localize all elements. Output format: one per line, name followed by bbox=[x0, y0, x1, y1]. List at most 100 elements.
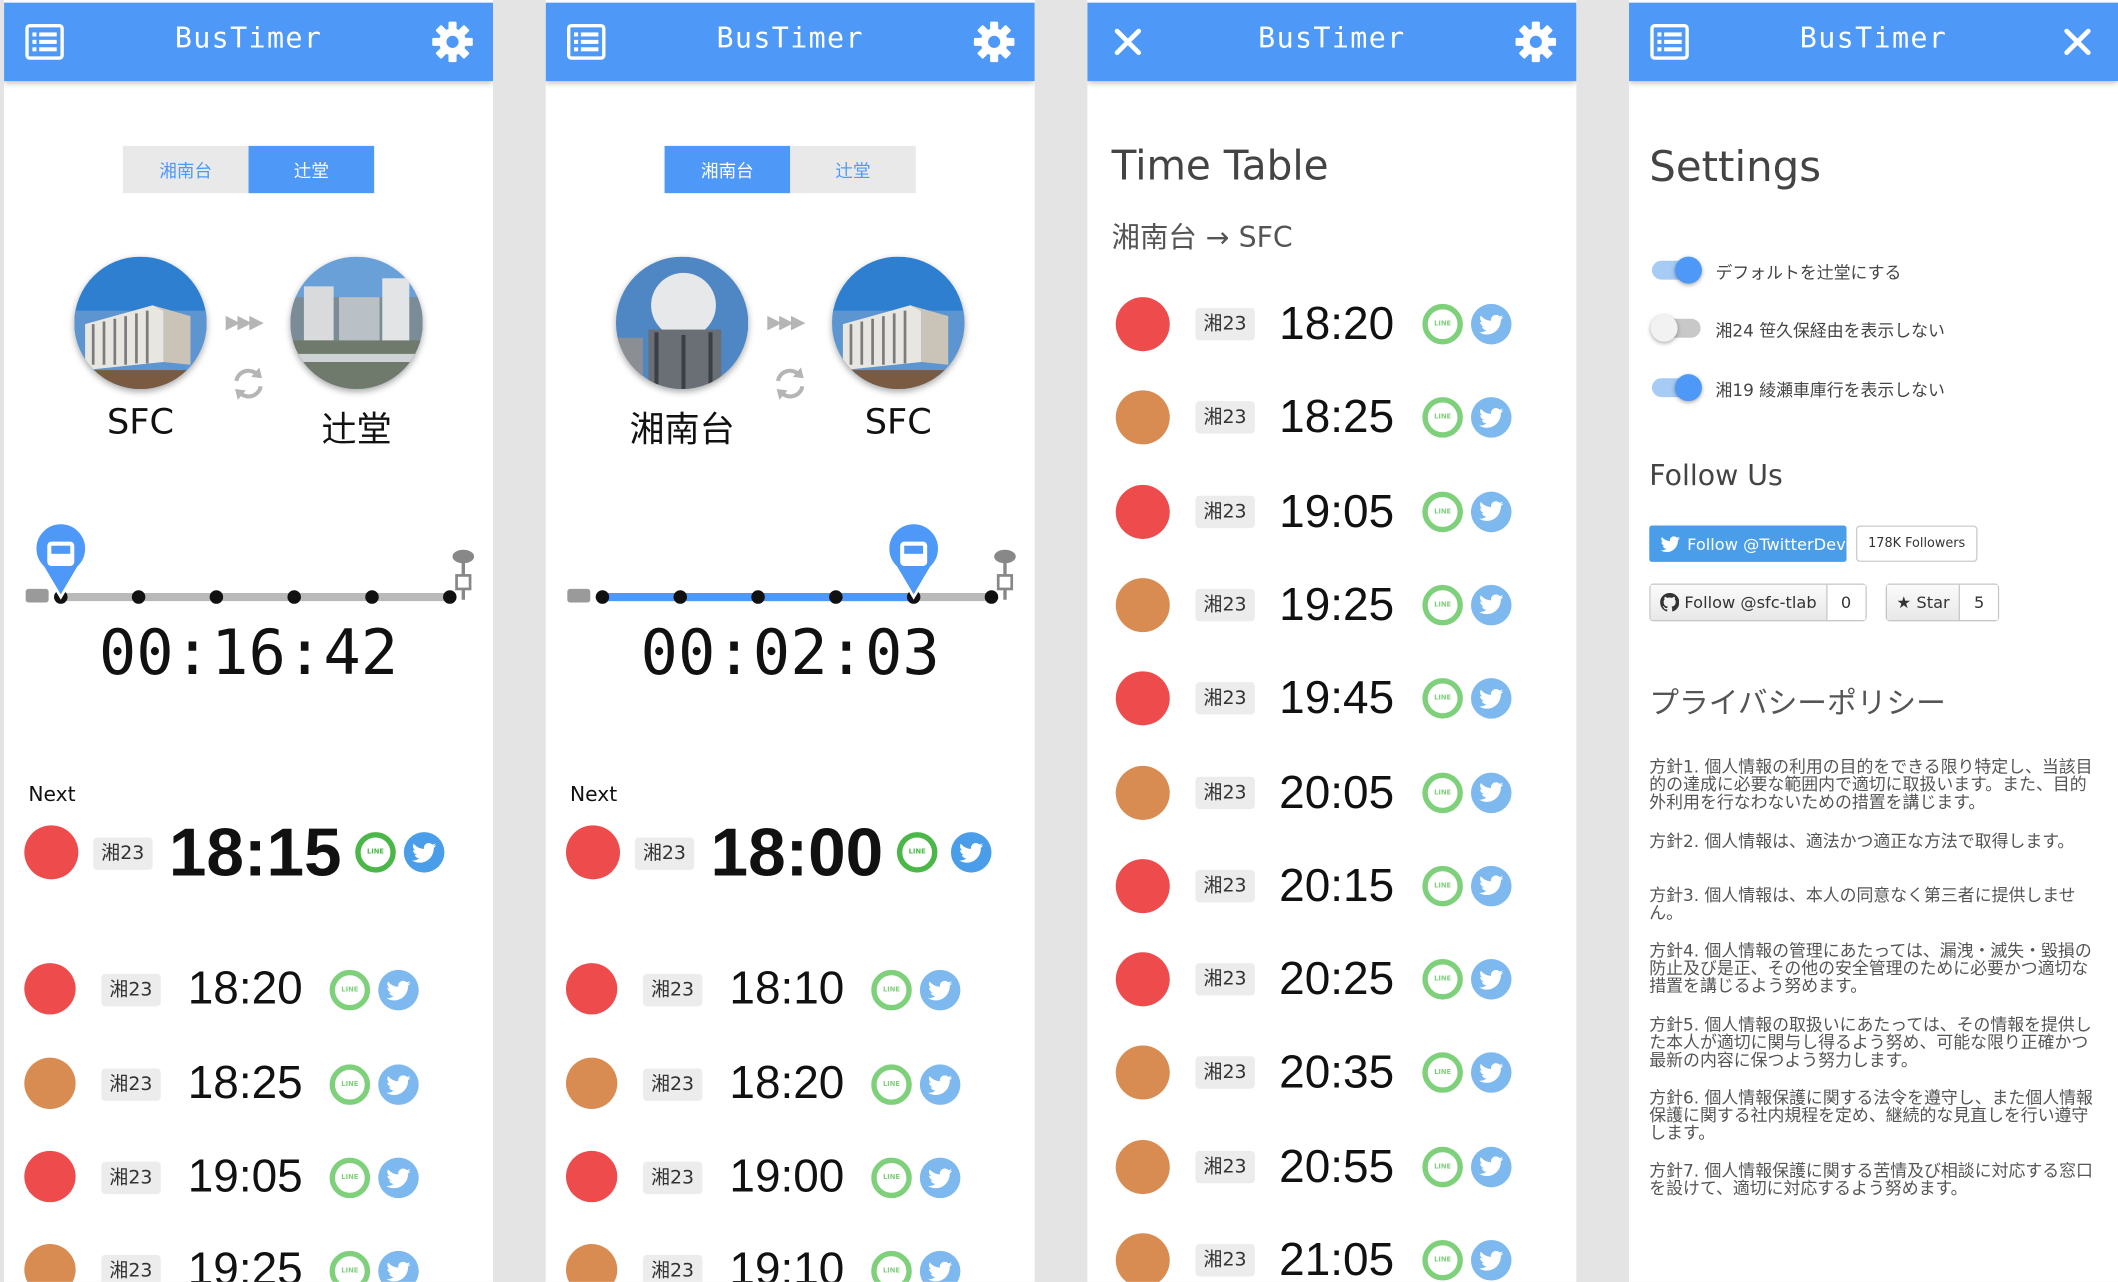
policy-item: 方針3. 個人情報は、本人の同意なく第三者に提供しません。 bbox=[1649, 884, 2076, 923]
twitter-share-icon[interactable] bbox=[1470, 397, 1512, 439]
app-header: BusTimer bbox=[4, 2, 494, 82]
screen-main-tsujido: BusTimer 湘南台 辻堂 ▶▶▶ SFC 辻堂 00:16:42 Next… bbox=[4, 0, 494, 1282]
twitter-share-icon[interactable] bbox=[403, 832, 445, 873]
route-color-dot bbox=[565, 1244, 618, 1282]
bus-stop-icon bbox=[452, 549, 475, 600]
twitter-share-icon[interactable] bbox=[919, 1157, 961, 1199]
twitter-share-icon[interactable] bbox=[919, 969, 961, 1011]
route-badge: 湘23 bbox=[101, 1161, 161, 1195]
twitter-share-icon[interactable] bbox=[378, 969, 419, 1011]
line-share-icon[interactable]: LINE bbox=[871, 1250, 912, 1282]
line-share-icon[interactable]: LINE bbox=[329, 969, 371, 1011]
github-follow-button[interactable]: Follow @sfc-tlab bbox=[1650, 584, 1828, 621]
line-share-icon[interactable]: LINE bbox=[1422, 865, 1463, 907]
line-share-icon[interactable]: LINE bbox=[871, 1157, 912, 1199]
stop-dot bbox=[751, 590, 765, 604]
line-share-icon[interactable]: LINE bbox=[329, 1064, 371, 1105]
line-share-icon[interactable]: LINE bbox=[1422, 491, 1463, 532]
line-share-icon[interactable]: LINE bbox=[355, 832, 396, 873]
stop-dot bbox=[209, 590, 224, 604]
departure-time: 18:20 bbox=[1279, 298, 1395, 350]
line-share-icon[interactable]: LINE bbox=[329, 1250, 371, 1282]
twitter-share-icon[interactable] bbox=[378, 1157, 419, 1199]
line-share-icon[interactable]: LINE bbox=[871, 969, 912, 1011]
bus-marker-icon bbox=[886, 521, 941, 600]
toggle-switch[interactable] bbox=[1651, 374, 1702, 402]
tab-shonandai[interactable]: 湘南台 bbox=[122, 145, 249, 194]
stop-dot bbox=[365, 590, 379, 604]
twitter-share-icon[interactable] bbox=[1470, 865, 1512, 907]
route-badge: 湘23 bbox=[642, 1161, 703, 1195]
route-color-dot bbox=[565, 1150, 618, 1203]
departure-time: 19:05 bbox=[1279, 485, 1395, 538]
to-station-name: SFC bbox=[864, 402, 932, 444]
line-share-icon[interactable]: LINE bbox=[1422, 397, 1463, 439]
close-icon[interactable] bbox=[2055, 19, 2101, 65]
twitter-share-icon[interactable] bbox=[1470, 1052, 1512, 1094]
twitter-share-icon[interactable] bbox=[1470, 771, 1512, 813]
twitter-share-icon[interactable] bbox=[378, 1064, 419, 1105]
toggle-switch[interactable] bbox=[1650, 314, 1701, 342]
route-color-dot bbox=[1115, 952, 1170, 1007]
twitter-share-icon[interactable] bbox=[1470, 1146, 1512, 1187]
route-badge: 湘23 bbox=[1195, 869, 1255, 903]
line-share-icon[interactable]: LINE bbox=[1422, 771, 1463, 813]
route-badge: 湘23 bbox=[634, 837, 695, 870]
policy-item: 方針2. 個人情報は、適法かつ適正な方法で取得します。 bbox=[1649, 830, 2075, 851]
line-share-icon[interactable]: LINE bbox=[1422, 678, 1463, 719]
privacy-title: プライバシーポリシー bbox=[1649, 687, 1946, 722]
twitter-share-icon[interactable] bbox=[1470, 491, 1512, 532]
route-badge: 湘23 bbox=[642, 1068, 703, 1101]
route-badge: 湘23 bbox=[1195, 682, 1255, 715]
line-share-icon[interactable]: LINE bbox=[871, 1064, 912, 1105]
twitter-share-icon[interactable] bbox=[1470, 584, 1512, 626]
toggle-switch[interactable] bbox=[1651, 256, 1702, 284]
route-color-dot bbox=[565, 1057, 618, 1109]
countdown-timer: 00:16:42 bbox=[98, 615, 399, 689]
gear-icon[interactable] bbox=[1513, 19, 1559, 65]
departure-time: 19:25 bbox=[1279, 579, 1395, 631]
swap-direction-icon[interactable] bbox=[771, 365, 809, 403]
line-share-icon[interactable]: LINE bbox=[1422, 1146, 1463, 1187]
twitter-share-icon[interactable] bbox=[1470, 959, 1512, 1000]
github-star-button[interactable]: ★ Star bbox=[1887, 584, 1961, 621]
star-icon: ★ bbox=[1896, 592, 1912, 612]
twitter-share-icon[interactable] bbox=[1470, 678, 1512, 719]
sfc-station-photo bbox=[74, 256, 207, 390]
line-share-icon[interactable]: LINE bbox=[1422, 1052, 1463, 1094]
twitter-share-icon[interactable] bbox=[950, 832, 992, 873]
route-color-dot bbox=[1115, 1046, 1170, 1101]
gear-icon[interactable] bbox=[430, 19, 476, 65]
route-color-dot bbox=[24, 1244, 76, 1282]
shonandai-station-photo bbox=[615, 256, 749, 390]
next-departure-time: 18:00 bbox=[710, 814, 884, 891]
tab-shonandai[interactable]: 湘南台 bbox=[664, 145, 791, 194]
twitter-share-icon[interactable] bbox=[919, 1064, 961, 1105]
line-share-icon[interactable]: LINE bbox=[1422, 1240, 1463, 1281]
setting-label: 湘24 笹久保経由を表示しない bbox=[1715, 320, 1945, 341]
tab-tsujido[interactable]: 辻堂 bbox=[248, 145, 375, 194]
line-share-icon[interactable]: LINE bbox=[1422, 303, 1463, 345]
twitter-share-icon[interactable] bbox=[919, 1250, 961, 1282]
bus-marker-icon bbox=[33, 521, 88, 600]
app-title: BusTimer bbox=[1799, 21, 1948, 55]
route-badge: 湘23 bbox=[1195, 1056, 1255, 1090]
swap-direction-icon[interactable] bbox=[230, 365, 268, 403]
line-share-icon[interactable]: LINE bbox=[329, 1157, 371, 1199]
twitter-share-icon[interactable] bbox=[378, 1250, 419, 1282]
route-badge: 湘23 bbox=[642, 1254, 703, 1282]
departure-time: 20:05 bbox=[1279, 766, 1395, 818]
line-share-icon[interactable]: LINE bbox=[1422, 959, 1463, 1000]
twitter-share-icon[interactable] bbox=[1470, 1240, 1512, 1281]
twitter-follow-button[interactable]: Follow @TwitterDev bbox=[1649, 525, 1847, 562]
twitter-share-icon[interactable] bbox=[1470, 303, 1512, 345]
route-color-dot bbox=[565, 963, 618, 1015]
tab-tsujido[interactable]: 辻堂 bbox=[790, 145, 916, 194]
gear-icon[interactable] bbox=[971, 19, 1017, 65]
github-follow-label: Follow @sfc-tlab bbox=[1684, 592, 1817, 612]
departure-time: 18:10 bbox=[729, 963, 845, 1015]
line-share-icon[interactable]: LINE bbox=[896, 832, 938, 873]
departure-time: 20:55 bbox=[1279, 1140, 1395, 1193]
route-badge: 湘23 bbox=[1195, 1244, 1255, 1277]
line-share-icon[interactable]: LINE bbox=[1422, 584, 1463, 626]
